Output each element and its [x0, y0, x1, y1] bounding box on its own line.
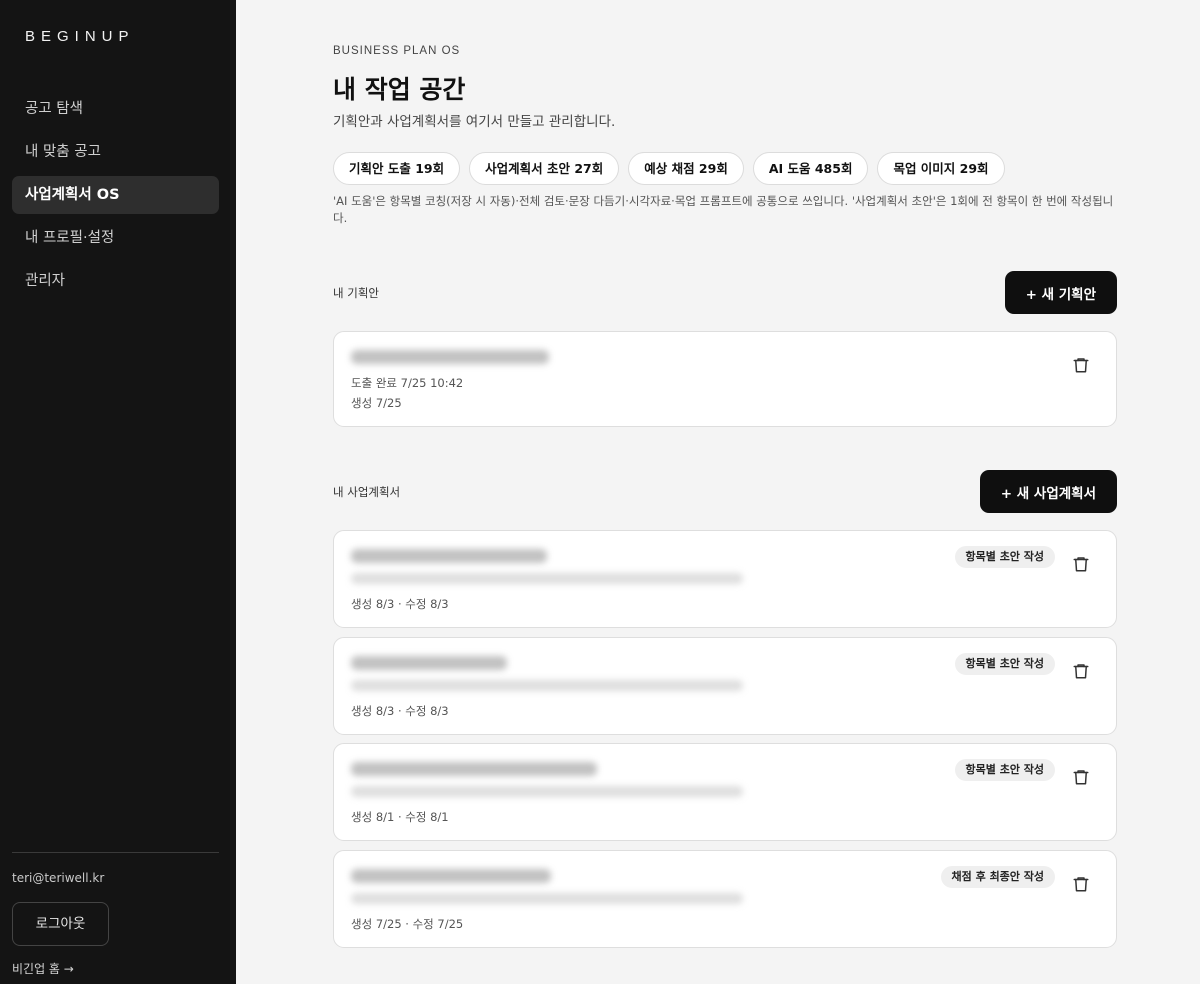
- business-plan-card[interactable]: 생성 7/25 · 수정 7/25 채점 후 최종안 작성: [333, 850, 1117, 948]
- trash-icon[interactable]: [1072, 356, 1090, 374]
- quota-badge-mockup: 목업 이미지 29회: [877, 152, 1005, 185]
- sidebar-nav: 공고 탐색 내 맞춤 공고 사업계획서 OS 내 프로필·설정 관리자: [12, 90, 219, 305]
- bp-desc-redacted: [351, 893, 743, 904]
- plan-derived-status: 도출 완료 7/25 10:42: [351, 376, 464, 390]
- user-email: teri@teriwell.kr: [12, 871, 105, 885]
- bp-section-label: 내 사업계획서: [333, 485, 401, 499]
- new-business-plan-button[interactable]: + 새 사업계획서: [979, 470, 1117, 513]
- bp-title-redacted: [351, 549, 547, 563]
- status-badge: 항목별 초안 작성: [954, 653, 1055, 675]
- sidebar-item-announcements[interactable]: 공고 탐색: [12, 90, 219, 128]
- bp-title-redacted: [351, 869, 551, 883]
- business-plan-card[interactable]: 생성 8/3 · 수정 8/3 항목별 초안 작성: [333, 530, 1117, 628]
- sidebar-item-profile-settings[interactable]: 내 프로필·설정: [12, 219, 219, 257]
- plans-section-label: 내 기획안: [333, 286, 379, 300]
- trash-icon[interactable]: [1072, 555, 1090, 573]
- bp-title-redacted: [351, 656, 507, 670]
- bp-dates: 생성 8/1 · 수정 8/1: [351, 810, 449, 824]
- status-badge: 항목별 초안 작성: [954, 759, 1055, 781]
- sidebar-item-business-plan-os[interactable]: 사업계획서 OS: [12, 176, 219, 214]
- home-link[interactable]: 비긴업 홈 →: [12, 960, 74, 977]
- bp-title-redacted: [351, 762, 597, 776]
- sidebar: BEGINUP 공고 탐색 내 맞춤 공고 사업계획서 OS 내 프로필·설정 …: [0, 0, 236, 984]
- plan-created-date: 생성 7/25: [351, 396, 402, 410]
- quota-badges: 기획안 도출 19회 사업계획서 초안 27회 예상 채점 29회 AI 도움 …: [333, 152, 1005, 185]
- business-plan-card[interactable]: 생성 8/1 · 수정 8/1 항목별 초안 작성: [333, 743, 1117, 841]
- bp-dates: 생성 8/3 · 수정 8/3: [351, 597, 449, 611]
- status-badge: 채점 후 최종안 작성: [940, 866, 1055, 888]
- sidebar-divider: [12, 852, 219, 853]
- page-title: 내 작업 공간: [333, 75, 466, 104]
- bp-desc-redacted: [351, 680, 743, 691]
- bp-desc-redacted: [351, 786, 743, 797]
- page-eyebrow: BUSINESS PLAN OS: [333, 45, 461, 57]
- usage-note: 'AI 도움'은 항목별 코칭(저장 시 자동)·전체 검토·문장 다듬기·시각…: [333, 194, 1114, 225]
- logout-button[interactable]: 로그아웃: [12, 902, 109, 946]
- plan-card[interactable]: 도출 완료 7/25 10:42 생성 7/25: [333, 331, 1117, 427]
- plan-title-redacted: [351, 350, 549, 364]
- page-subtitle: 기획안과 사업계획서를 여기서 만들고 관리합니다.: [333, 114, 616, 130]
- quota-badge-scoring: 예상 채점 29회: [628, 152, 744, 185]
- bp-dates: 생성 8/3 · 수정 8/3: [351, 704, 449, 718]
- business-plan-card[interactable]: 생성 8/3 · 수정 8/3 항목별 초안 작성: [333, 637, 1117, 735]
- trash-icon[interactable]: [1072, 662, 1090, 680]
- trash-icon[interactable]: [1072, 768, 1090, 786]
- new-plan-button[interactable]: + 새 기획안: [1004, 271, 1117, 314]
- quota-badge-ai-help: AI 도움 485회: [752, 152, 869, 185]
- quota-badge-plan-derive: 기획안 도출 19회: [333, 152, 461, 185]
- status-badge: 항목별 초안 작성: [954, 546, 1055, 568]
- quota-badge-bp-draft: 사업계획서 초안 27회: [469, 152, 620, 185]
- sidebar-item-my-matches[interactable]: 내 맞춤 공고: [12, 133, 219, 171]
- brand-logo[interactable]: BEGINUP: [25, 28, 135, 45]
- bp-desc-redacted: [351, 573, 743, 584]
- sidebar-item-admin[interactable]: 관리자: [12, 262, 219, 300]
- bp-dates: 생성 7/25 · 수정 7/25: [351, 917, 464, 931]
- trash-icon[interactable]: [1072, 875, 1090, 893]
